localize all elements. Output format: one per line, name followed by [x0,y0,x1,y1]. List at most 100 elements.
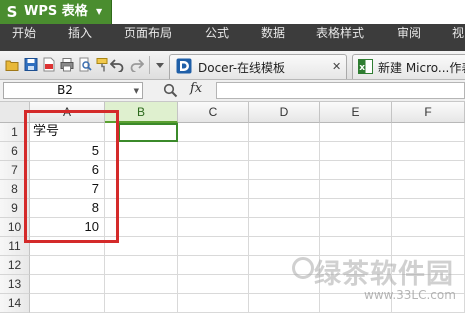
cell[interactable] [392,275,465,294]
cell[interactable] [392,294,465,313]
row-header[interactable]: 9 [0,199,30,218]
row-header[interactable]: 11 [0,237,30,256]
cell-a[interactable] [30,256,105,275]
cell[interactable] [105,142,178,161]
print-preview-icon[interactable] [78,57,92,72]
row-header[interactable]: 7 [0,161,30,180]
row-header[interactable]: 13 [0,275,30,294]
cell-a[interactable] [30,294,105,313]
cell[interactable] [249,123,320,142]
cell[interactable] [178,199,249,218]
cell[interactable] [392,218,465,237]
column-header-e[interactable]: E [320,102,392,123]
tab-table-style[interactable]: 表格样式 [316,24,364,51]
cell[interactable] [178,237,249,256]
row-header[interactable]: 8 [0,180,30,199]
cell[interactable] [178,294,249,313]
cell-a[interactable]: 8 [30,199,105,218]
cell[interactable] [105,123,178,142]
cell[interactable] [320,275,392,294]
export-pdf-icon[interactable] [42,57,56,72]
tab-view[interactable]: 视 [452,24,464,51]
row-header[interactable]: 12 [0,256,30,275]
cell[interactable] [178,161,249,180]
cell[interactable] [392,180,465,199]
undo-icon[interactable] [110,57,124,72]
cell[interactable] [249,294,320,313]
function-icon[interactable]: fx [190,81,202,96]
cell[interactable] [105,199,178,218]
cell[interactable] [178,218,249,237]
open-folder-icon[interactable] [5,57,19,72]
tab-formulas[interactable]: 公式 [205,24,229,51]
app-menu-button[interactable]: S WPS 表格 ▼ [0,0,112,24]
select-all-corner[interactable] [0,102,30,123]
row-header[interactable]: 10 [0,218,30,237]
doc-tab-workbook[interactable]: x 新建 Micro...作表 [352,54,465,79]
cell[interactable] [105,180,178,199]
cell-a[interactable]: 7 [30,180,105,199]
cell[interactable] [392,142,465,161]
cell[interactable] [320,256,392,275]
cell[interactable] [105,256,178,275]
column-header-d[interactable]: D [249,102,320,123]
cell[interactable] [105,161,178,180]
column-header-c[interactable]: C [178,102,249,123]
cell[interactable] [249,256,320,275]
cell[interactable] [320,161,392,180]
cell[interactable] [178,275,249,294]
cell[interactable] [105,218,178,237]
cell[interactable] [105,275,178,294]
cell[interactable] [320,294,392,313]
format-painter-icon[interactable] [96,57,110,72]
print-icon[interactable] [60,57,74,72]
cell[interactable] [392,123,465,142]
cell[interactable] [320,218,392,237]
redo-icon[interactable] [130,57,144,72]
cell[interactable] [392,161,465,180]
cell-a[interactable]: 6 [30,161,105,180]
close-tab-icon[interactable]: ✕ [332,60,341,73]
save-icon[interactable] [24,57,38,72]
tab-data[interactable]: 数据 [261,24,285,51]
cell-a[interactable]: 5 [30,142,105,161]
row-header[interactable]: 14 [0,294,30,313]
column-header-b[interactable]: B [105,102,178,123]
cell[interactable] [178,123,249,142]
chevron-down-icon[interactable]: ▼ [134,87,139,95]
column-header-f[interactable]: F [392,102,465,123]
customize-toolbar-icon[interactable] [153,57,167,72]
doc-tab-docer[interactable]: Docer-在线模板 ✕ [169,54,347,79]
cell[interactable] [320,142,392,161]
cell-a[interactable] [30,275,105,294]
cell[interactable] [178,142,249,161]
cell[interactable] [249,180,320,199]
row-header[interactable]: 6 [0,142,30,161]
cell[interactable] [320,180,392,199]
cell[interactable] [249,237,320,256]
cell[interactable] [320,123,392,142]
cell-a[interactable] [30,237,105,256]
cell[interactable] [320,237,392,256]
cell[interactable] [249,275,320,294]
cell-a[interactable]: 10 [30,218,105,237]
cell[interactable] [249,218,320,237]
tab-start[interactable]: 开始 [12,24,36,51]
tab-insert[interactable]: 插入 [68,24,92,51]
cell[interactable] [105,294,178,313]
row-header[interactable]: 1 [0,123,30,142]
cell[interactable] [105,237,178,256]
cell[interactable] [392,237,465,256]
formula-input[interactable] [216,82,465,99]
column-header-a[interactable]: A [30,102,105,123]
cell[interactable] [178,256,249,275]
cell-a[interactable]: 学号 [30,123,105,142]
cell[interactable] [178,180,249,199]
zoom-search-icon[interactable] [163,83,178,98]
cell[interactable] [392,199,465,218]
tab-page-layout[interactable]: 页面布局 [124,24,172,51]
cell[interactable] [392,256,465,275]
cell[interactable] [249,161,320,180]
cell[interactable] [249,199,320,218]
cell[interactable] [249,142,320,161]
